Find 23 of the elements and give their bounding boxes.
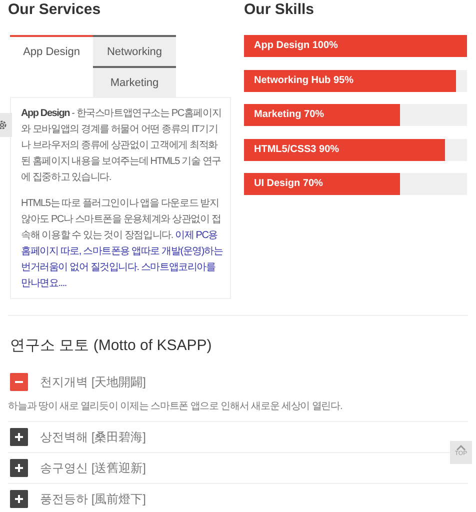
expand-icon[interactable] [10,459,28,477]
section-title: Our Skills [244,0,316,20]
accordion-title[interactable]: 천지개벽 [天地開闢] [40,374,146,390]
accordion-title[interactable]: 풍전등하 [風前燈下] [40,490,146,508]
chevron-up-icon [456,445,466,451]
settings-icon[interactable] [0,113,12,137]
expand-icon[interactable] [10,428,28,446]
accordion-text: 하늘과 땅이 새로 열리듯이 이제는 스마트폰 앱으로 인해서 새로운 세상이 열린다. [8,400,342,414]
skill-bar-fill: UI Design 70% [244,173,400,195]
skill-bar-fill: Marketing 70% [244,104,400,126]
skill-bar-fill: App Design 100% [244,35,467,57]
expand-icon[interactable] [10,490,28,508]
accordion-title[interactable]: 송구영신 [送舊迎新] [40,460,146,476]
skill-bar-fill: Networking Hub 95% [244,70,456,92]
accordion-title[interactable]: 상전벽해 [桑田碧海] [40,428,146,446]
section-title: Our Services [8,0,102,20]
collapse-icon[interactable] [10,373,28,391]
tab[interactable]: Networking [93,35,176,66]
paragraph: HTML5는 따로 플러그인이나 앱을 다운로드 받지 않아도 PC나 스마트폰을 운용체계와 상관없이 접속해 이용할 수 있는 것이 장점입니다. 이제 PC용 홈페이지 따로, 스마트폰용 앱따로 개발(운영)하는 번거러움이 없어 질것입니다. 스마트앱코리아를 만나면요.... [21,197,224,291]
skill-bar-fill: HTML5/CSS3 90% [244,138,445,160]
section-title: 연구소 모토 (Motto of KSAPP) [10,336,213,355]
tab[interactable]: Marketing [93,66,176,97]
paragraph: App Design - 한국스마트앱연구소는 PC홈페이지와 모바일앱의 경계를 허물어 어떤 종류의 IT기기나 브라우저의 종류에 상관없이 고객에게 최적화된 홈페이지 내용을 보여주는데 HTML5 기술 연구에 집중하고 있습니다. [21,107,222,185]
